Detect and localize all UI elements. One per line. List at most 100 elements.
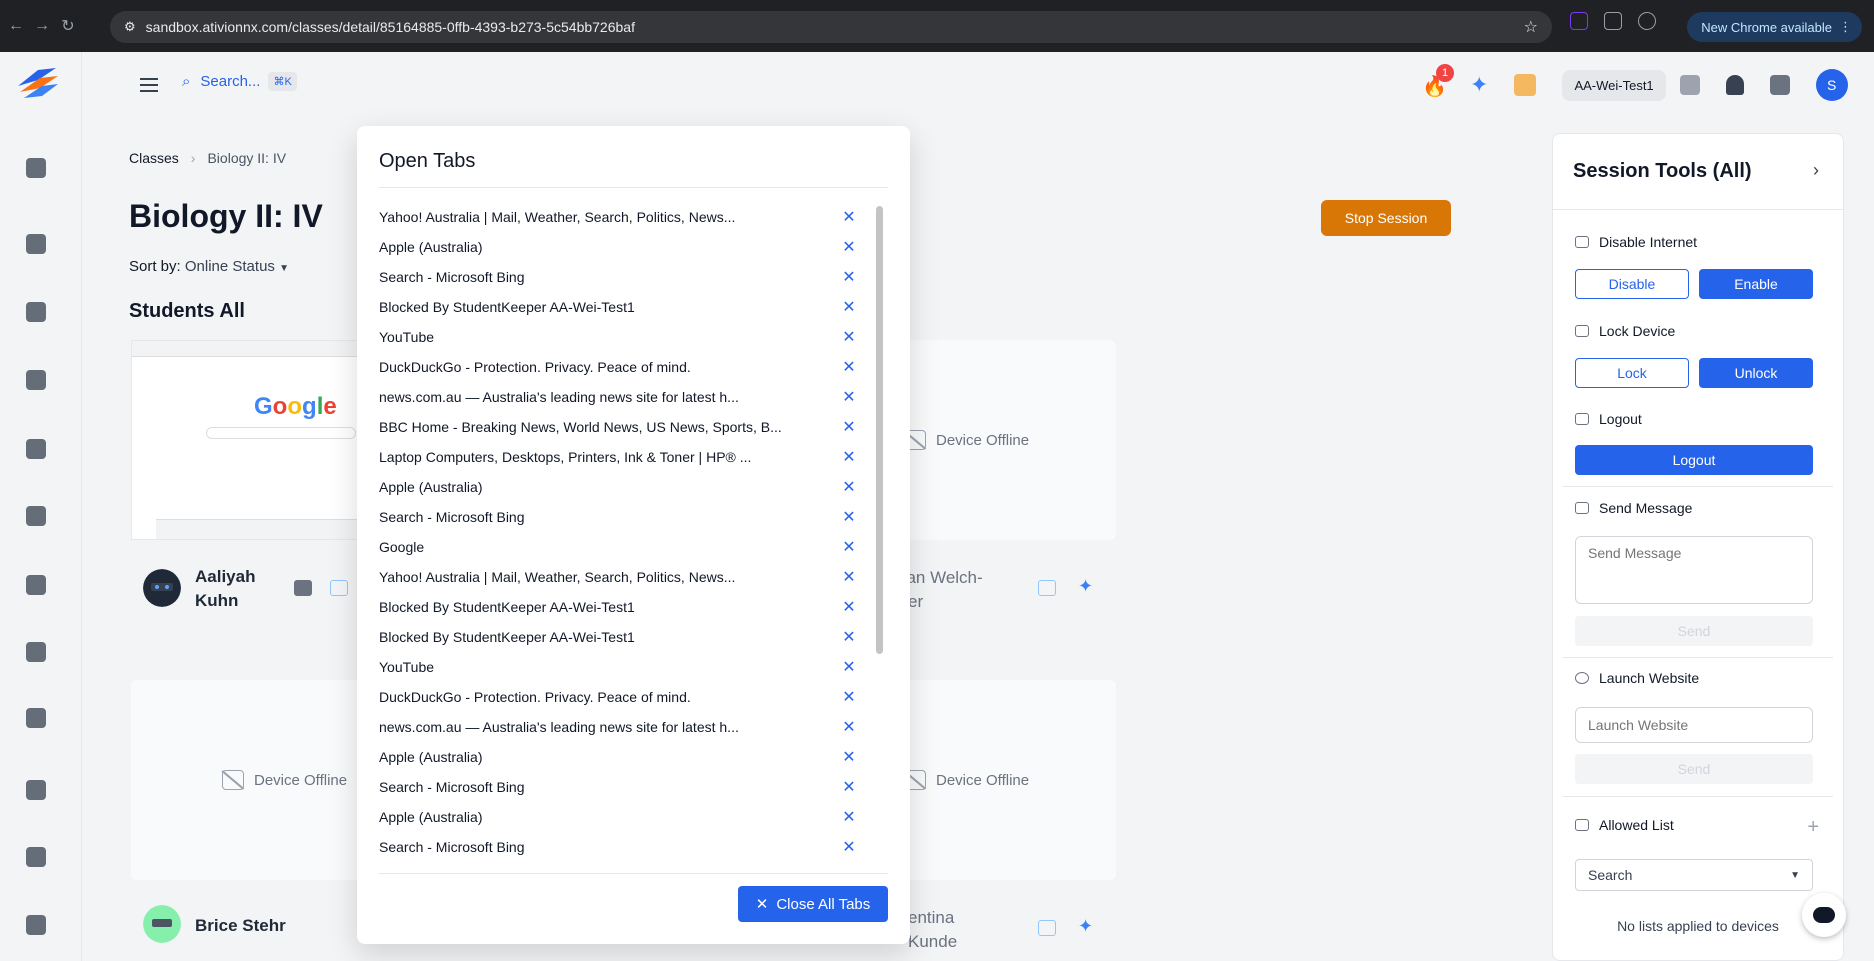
chevron-right-icon[interactable]: › — [1813, 160, 1819, 181]
thumb-tabbar — [132, 341, 360, 357]
tab-title: DuckDuckGo - Protection. Privacy. Peace … — [379, 359, 691, 375]
close-all-tabs-button[interactable]: ✕ Close All Tabs — [738, 886, 888, 922]
user-chip[interactable]: AA-Wei-Test1 — [1562, 69, 1666, 101]
close-tab-icon[interactable]: ✕ — [841, 809, 857, 826]
bell-icon[interactable] — [1725, 75, 1744, 95]
translate-icon[interactable] — [1679, 75, 1700, 95]
allowed-list-select[interactable]: Search ▼ — [1575, 859, 1813, 891]
shield-icon[interactable] — [26, 370, 46, 390]
close-tab-icon[interactable]: ✕ — [841, 359, 857, 376]
close-tab-icon[interactable]: ✕ — [841, 419, 857, 436]
launch-website-input[interactable] — [1575, 707, 1813, 743]
address-bar[interactable]: ⚙ sandbox.ativionnx.com/classes/detail/8… — [110, 11, 1552, 43]
shortcut-hint: ⌘K — [268, 72, 297, 91]
heart-icon[interactable] — [26, 708, 46, 728]
tabs-icon[interactable] — [330, 580, 348, 596]
student-name[interactable]: Brice Stehr — [195, 914, 286, 938]
close-tab-icon[interactable]: ✕ — [841, 509, 857, 526]
extension-icon[interactable] — [1570, 12, 1588, 30]
tree-icon[interactable] — [26, 780, 46, 800]
home-icon[interactable] — [26, 158, 46, 178]
profile-icon[interactable] — [1638, 12, 1656, 30]
camera-icon[interactable] — [26, 915, 46, 935]
close-tab-icon[interactable]: ✕ — [841, 749, 857, 766]
user-avatar[interactable]: S — [1815, 69, 1848, 101]
close-tab-icon[interactable]: ✕ — [841, 719, 857, 736]
spy-icon[interactable] — [1514, 74, 1537, 96]
device-icon[interactable] — [294, 580, 312, 596]
stop-session-button[interactable]: Stop Session — [1321, 200, 1451, 236]
close-tab-icon[interactable]: ✕ — [841, 329, 857, 346]
tabs-icon[interactable] — [1038, 920, 1056, 936]
tabs-icon[interactable] — [1038, 580, 1056, 596]
share-screen-icon[interactable] — [1769, 75, 1790, 95]
reload-icon[interactable]: ↻ — [58, 16, 78, 36]
close-tab-icon[interactable]: ✕ — [841, 779, 857, 796]
chart-icon[interactable] — [26, 234, 46, 254]
student-name[interactable]: Kunde — [908, 930, 957, 954]
menu-icon[interactable] — [140, 78, 158, 92]
shield-check-icon[interactable] — [26, 642, 46, 662]
ai-sparkle-icon[interactable]: ✦ — [1078, 576, 1093, 597]
tab-title: Blocked By StudentKeeper AA-Wei-Test1 — [379, 299, 635, 315]
close-tab-icon[interactable]: ✕ — [841, 269, 857, 286]
modal-title: Open Tabs — [379, 150, 476, 172]
breadcrumb-classes[interactable]: Classes — [129, 150, 179, 166]
student-name[interactable]: entina — [908, 906, 954, 930]
close-tab-icon[interactable]: ✕ — [841, 569, 857, 586]
badge-icon[interactable] — [26, 506, 46, 526]
chat-launcher[interactable] — [1802, 893, 1846, 937]
wifi-icon — [1575, 236, 1589, 248]
ai-sparkle-icon[interactable]: ✦ — [1470, 72, 1488, 98]
section-title: Students All — [129, 300, 245, 322]
tab-title: Search - Microsoft Bing — [379, 839, 525, 855]
close-tab-icon[interactable]: ✕ — [841, 659, 857, 676]
streak-fire-icon[interactable]: 🔥 1 — [1422, 64, 1454, 98]
sort-by[interactable]: Sort by: Online Status ▼ — [129, 258, 289, 275]
close-tab-icon[interactable]: ✕ — [841, 539, 857, 556]
global-search[interactable]: ⌕ Search... ⌘K — [182, 72, 297, 91]
close-tab-icon[interactable]: ✕ — [841, 839, 857, 856]
student-name[interactable]: er — [908, 590, 923, 614]
disable-internet-button[interactable]: Disable — [1575, 269, 1689, 299]
ai-sparkle-icon[interactable]: ✦ — [1078, 916, 1093, 937]
close-tab-icon[interactable]: ✕ — [841, 449, 857, 466]
thumb-footer — [156, 519, 360, 539]
close-tab-icon[interactable]: ✕ — [841, 389, 857, 406]
close-tab-icon[interactable]: ✕ — [841, 299, 857, 316]
search-placeholder: Search... — [200, 73, 261, 90]
settings-icon[interactable] — [26, 847, 46, 867]
close-tab-icon[interactable]: ✕ — [841, 239, 857, 256]
tab-list[interactable]: Yahoo! Australia | Mail, Weather, Search… — [379, 202, 867, 961]
tab-row: Apple (Australia) ✕ — [379, 742, 867, 772]
site-settings-icon[interactable]: ⚙ — [124, 19, 136, 35]
close-tab-icon[interactable]: ✕ — [841, 689, 857, 706]
new-chrome-button[interactable]: New Chrome available ⋮ — [1687, 12, 1862, 42]
student-name[interactable]: Aaliyah Kuhn — [195, 565, 275, 613]
flow-icon[interactable] — [26, 575, 46, 595]
add-icon[interactable]: + — [1807, 816, 1819, 839]
close-tab-icon[interactable]: ✕ — [841, 629, 857, 646]
enable-internet-button[interactable]: Enable — [1699, 269, 1813, 299]
screen-thumbnail[interactable]: Google — [131, 340, 361, 540]
puzzle-icon[interactable] — [1604, 12, 1622, 30]
send-message-button[interactable]: Send — [1575, 616, 1813, 646]
bookmark-star-icon[interactable]: ☆ — [1524, 17, 1538, 37]
close-tab-icon[interactable]: ✕ — [841, 479, 857, 496]
launch-website-send-button[interactable]: Send — [1575, 754, 1813, 784]
lock-button[interactable]: Lock — [1575, 358, 1689, 388]
back-icon[interactable]: ← — [6, 16, 26, 36]
session-tools-panel: Session Tools (All) › Disable Internet D… — [1552, 133, 1844, 961]
close-tab-icon[interactable]: ✕ — [841, 599, 857, 616]
kebab-menu-icon[interactable]: ⋮ — [1839, 19, 1852, 35]
network-icon[interactable] — [26, 302, 46, 322]
tab-row: BBC Home - Breaking News, World News, US… — [379, 412, 867, 442]
scrollbar-thumb[interactable] — [876, 206, 883, 654]
forward-icon[interactable]: → — [32, 16, 52, 36]
users-icon[interactable] — [26, 439, 46, 459]
send-message-input[interactable] — [1575, 536, 1813, 604]
sort-value[interactable]: Online Status — [185, 258, 275, 275]
unlock-button[interactable]: Unlock — [1699, 358, 1813, 388]
close-tab-icon[interactable]: ✕ — [841, 209, 857, 226]
logout-button[interactable]: Logout — [1575, 445, 1813, 475]
